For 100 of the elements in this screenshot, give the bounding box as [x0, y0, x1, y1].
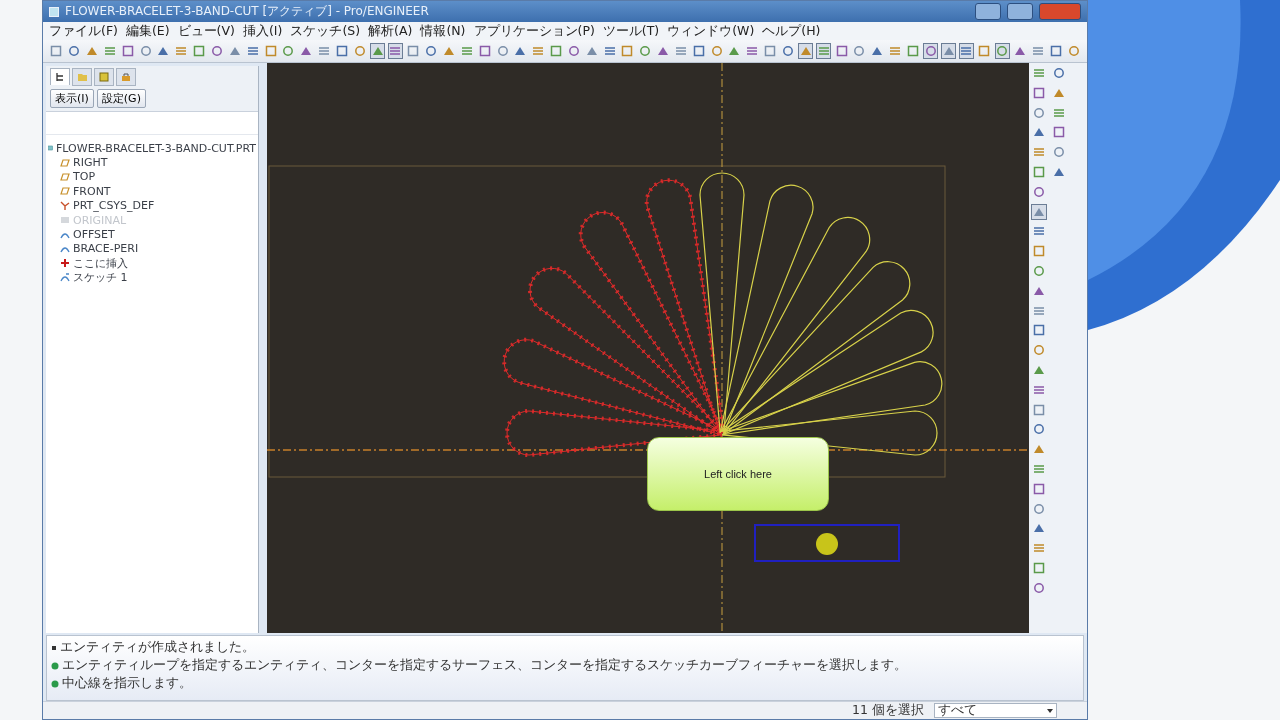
tool-icon[interactable] — [978, 45, 991, 57]
tool-icon[interactable] — [1033, 86, 1046, 99]
tool-icon[interactable] — [478, 45, 491, 57]
tool-icon[interactable] — [425, 45, 438, 57]
tool-icon[interactable] — [1033, 581, 1046, 594]
menu-item[interactable]: ツール(T) — [602, 22, 660, 40]
tool-icon[interactable] — [1049, 45, 1062, 57]
tool-icon[interactable] — [353, 45, 366, 57]
tool-icon[interactable] — [121, 45, 134, 57]
tool-icon[interactable] — [550, 45, 563, 57]
tool-icon[interactable] — [674, 45, 687, 57]
tool-icon[interactable] — [318, 45, 331, 57]
menu-item[interactable]: 編集(E) — [125, 22, 170, 40]
tool-icon[interactable] — [282, 45, 295, 57]
tool-icon[interactable] — [799, 45, 812, 57]
tool-icon[interactable] — [764, 45, 777, 57]
tool-icon[interactable] — [567, 45, 580, 57]
tree-item[interactable]: FRONT — [73, 184, 111, 198]
graphics-area[interactable]: Left click here — [267, 63, 1030, 633]
tool-icon[interactable] — [1053, 146, 1066, 159]
tree-item[interactable]: TOP — [73, 170, 95, 184]
tool-icon[interactable] — [1033, 502, 1046, 515]
tool-icon[interactable] — [1053, 126, 1066, 139]
tool-icon[interactable] — [1033, 344, 1046, 357]
tool-icon[interactable] — [1053, 106, 1066, 119]
maximize-button[interactable] — [1007, 3, 1033, 20]
tool-icon[interactable] — [1033, 561, 1046, 574]
menu-item[interactable]: アプリケーション(P) — [473, 22, 595, 40]
tool-icon[interactable] — [1033, 245, 1046, 258]
tool-icon[interactable] — [1053, 166, 1066, 178]
tool-icon[interactable] — [1033, 324, 1046, 337]
tool-icon[interactable] — [657, 45, 670, 57]
tool-icon[interactable] — [139, 45, 152, 57]
tool-icon[interactable] — [1033, 304, 1046, 317]
tool-icon[interactable] — [1033, 106, 1046, 119]
tool-icon[interactable] — [1033, 522, 1046, 535]
tool-icon[interactable] — [1033, 383, 1046, 396]
tool-icon[interactable] — [603, 45, 616, 57]
tool-icon[interactable] — [924, 45, 937, 57]
tool-icon[interactable] — [942, 45, 955, 57]
menu-item[interactable]: ヘルプ(H) — [762, 22, 821, 40]
tree-item[interactable]: スケッチ 1 — [73, 270, 128, 286]
tree-item[interactable]: RIGHT — [73, 156, 108, 170]
close-button[interactable] — [1039, 3, 1081, 20]
tool-icon[interactable] — [460, 45, 473, 57]
tool-icon[interactable] — [621, 45, 634, 57]
tool-icon[interactable] — [443, 45, 455, 57]
tool-icon[interactable] — [1033, 146, 1046, 159]
tool-icon[interactable] — [1033, 462, 1046, 475]
panel-tab[interactable] — [50, 68, 70, 85]
tool-icon[interactable] — [1033, 185, 1046, 198]
tool-icon[interactable] — [532, 45, 545, 57]
menu-item[interactable]: ビュー(V) — [177, 22, 235, 40]
tool-icon[interactable] — [1067, 45, 1080, 57]
tool-icon[interactable] — [1033, 542, 1046, 555]
tool-icon[interactable] — [1033, 166, 1046, 178]
dropdown-button[interactable]: 表示(I) — [50, 89, 94, 108]
tool-icon[interactable] — [389, 45, 402, 57]
tool-icon[interactable] — [1033, 482, 1046, 495]
filter-dropdown[interactable]: すべて — [934, 703, 1057, 718]
tool-icon[interactable] — [1033, 264, 1046, 277]
tool-icon[interactable] — [639, 45, 652, 57]
tool-icon[interactable] — [906, 45, 919, 57]
tool-icon[interactable] — [710, 45, 723, 57]
tool-icon[interactable] — [86, 45, 99, 57]
tool-icon[interactable] — [746, 45, 759, 57]
tool-icon[interactable] — [1033, 423, 1046, 436]
tool-icon[interactable] — [211, 45, 223, 57]
tool-icon[interactable] — [175, 45, 188, 57]
menu-item[interactable]: 挿入(I) — [242, 22, 283, 40]
tree-item[interactable]: ここに挿入 — [73, 255, 128, 271]
tool-icon[interactable] — [1053, 67, 1066, 79]
tool-icon[interactable] — [782, 45, 794, 57]
tool-icon[interactable] — [692, 45, 705, 57]
tool-icon[interactable] — [1033, 403, 1046, 416]
tree-item[interactable]: PRT_CSYS_DEF — [73, 199, 155, 213]
tool-icon[interactable] — [960, 45, 973, 57]
tool-icon[interactable] — [817, 45, 830, 57]
tree-item[interactable]: OFFSET — [73, 228, 115, 242]
tool-icon[interactable] — [103, 45, 116, 57]
tool-icon[interactable] — [264, 45, 277, 57]
tool-icon[interactable] — [496, 45, 509, 57]
tool-icon[interactable] — [157, 45, 170, 57]
tool-icon[interactable] — [335, 45, 348, 57]
tool-icon[interactable] — [1033, 126, 1046, 139]
tool-icon[interactable] — [193, 45, 206, 57]
tool-icon[interactable] — [871, 45, 884, 57]
tool-icon[interactable] — [996, 45, 1009, 57]
menu-item[interactable]: 情報(N) — [420, 22, 466, 40]
tool-icon[interactable] — [514, 45, 527, 57]
tool-icon[interactable] — [728, 45, 741, 57]
tool-icon[interactable] — [50, 45, 63, 57]
tool-icon[interactable] — [835, 45, 848, 57]
tool-icon[interactable] — [853, 45, 866, 57]
minimize-button[interactable] — [975, 3, 1001, 20]
tool-icon[interactable] — [1014, 45, 1026, 57]
menu-item[interactable]: スケッチ(S) — [290, 22, 361, 40]
menu-item[interactable]: ファイル(F) — [49, 22, 118, 40]
menu-item[interactable]: ウィンドウ(W) — [667, 22, 755, 40]
tool-icon[interactable] — [407, 45, 420, 57]
